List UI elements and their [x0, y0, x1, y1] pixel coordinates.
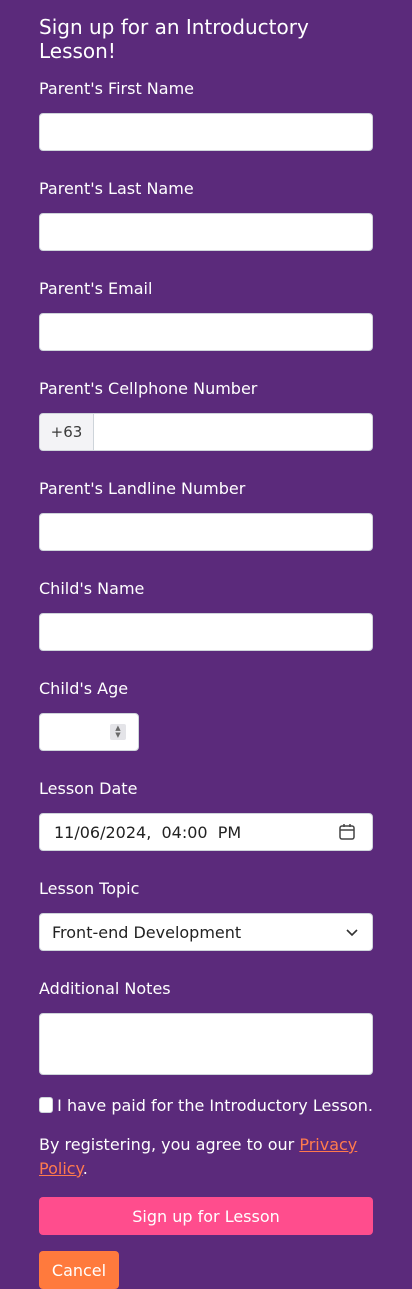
landline-input[interactable] [39, 513, 373, 551]
lesson-date-input[interactable]: 11 / 06 / 2024 , 04 : 00 PM [39, 813, 373, 851]
cellphone-prefix: +63 [40, 414, 94, 450]
lesson-topic-value: Front-end Development [52, 922, 242, 942]
paid-checkbox-row: I have paid for the Introductory Lesson. [39, 1095, 373, 1115]
cancel-button[interactable]: Cancel [39, 1251, 119, 1289]
cellphone-input[interactable] [94, 414, 372, 450]
date-comma: , [146, 822, 162, 842]
paid-checkbox-label: I have paid for the Introductory Lesson. [57, 1095, 373, 1115]
child-age-input[interactable]: ▲ ▼ [39, 713, 139, 751]
date-hour[interactable]: 04 [161, 823, 181, 842]
date-minute[interactable]: 00 [187, 823, 207, 842]
signup-form: Sign up for an Introductory Lesson! Pare… [39, 15, 373, 1289]
chevron-down-icon [346, 929, 358, 937]
date-month[interactable]: 11 [54, 823, 74, 842]
calendar-icon[interactable] [338, 823, 356, 841]
terms-text: By registering, you agree to our Privacy… [39, 1133, 373, 1181]
date-year[interactable]: 2024 [106, 823, 147, 842]
paid-checkbox[interactable] [39, 1097, 54, 1113]
first-name-label: Parent's First Name [39, 79, 194, 98]
child-name-input[interactable] [39, 613, 373, 651]
last-name-input[interactable] [39, 213, 373, 251]
terms-end: . [82, 1159, 88, 1178]
notes-textarea[interactable] [39, 1013, 373, 1075]
signup-button[interactable]: Sign up for Lesson [39, 1197, 373, 1235]
cellphone-label: Parent's Cellphone Number [39, 379, 258, 398]
notes-label: Additional Notes [39, 979, 171, 998]
page-title: Sign up for an Introductory Lesson! [39, 15, 309, 63]
cellphone-field: +63 [39, 413, 373, 451]
email-input[interactable] [39, 313, 373, 351]
date-ampm[interactable]: PM [218, 823, 241, 842]
lesson-topic-select[interactable]: Front-end Development [39, 913, 373, 951]
lesson-topic-label: Lesson Topic [39, 879, 140, 898]
child-name-label: Child's Name [39, 579, 145, 598]
last-name-label: Parent's Last Name [39, 179, 194, 198]
time-space [208, 823, 218, 842]
lesson-date-label: Lesson Date [39, 779, 138, 798]
number-spinner-icon[interactable]: ▲ ▼ [110, 724, 126, 740]
child-age-label: Child's Age [39, 679, 129, 698]
date-day[interactable]: 06 [80, 823, 100, 842]
first-name-input[interactable] [39, 113, 373, 151]
email-label: Parent's Email [39, 279, 153, 298]
landline-label: Parent's Landline Number [39, 479, 246, 498]
terms-prefix: By registering, you agree to our [39, 1135, 300, 1154]
